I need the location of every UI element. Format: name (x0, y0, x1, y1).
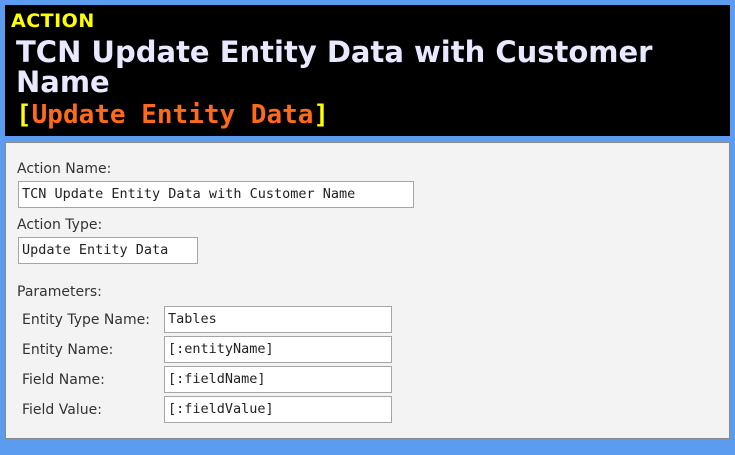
action-form-panel: Action Name: TCN Update Entity Data with… (5, 142, 730, 439)
page-title: TCN Update Entity Data with Customer Nam… (16, 35, 653, 99)
action-tag: ACTION (11, 10, 95, 32)
action-type-label: Action Type: (17, 217, 103, 233)
parameters-label: Parameters: (17, 284, 102, 300)
field-name-field[interactable]: [:fieldName] (164, 366, 392, 393)
action-type-field[interactable]: Update Entity Data (18, 237, 198, 264)
field-name-label: Field Name: (22, 372, 105, 388)
header-banner: ACTION TCN Update Entity Data with Custo… (5, 5, 730, 136)
entity-name-label: Entity Name: (22, 342, 114, 358)
bracket-open: [ (16, 100, 32, 130)
subtitle-text: Update Entity Data (31, 100, 314, 130)
entity-type-name-field[interactable]: Tables (164, 306, 392, 333)
action-name-label: Action Name: (17, 161, 112, 177)
action-name-field[interactable]: TCN Update Entity Data with Customer Nam… (18, 181, 414, 208)
action-type-subtitle: [Update Entity Data] (16, 98, 329, 132)
field-value-label: Field Value: (22, 402, 102, 418)
entity-name-field[interactable]: [:entityName] (164, 336, 392, 363)
entity-type-name-label: Entity Type Name: (22, 312, 150, 328)
field-value-field[interactable]: [:fieldValue] (164, 396, 392, 423)
bracket-close: ] (313, 100, 330, 130)
